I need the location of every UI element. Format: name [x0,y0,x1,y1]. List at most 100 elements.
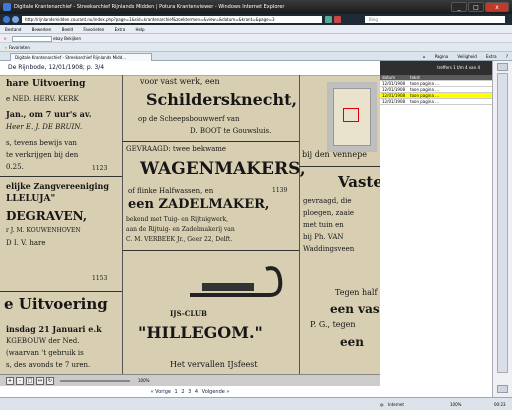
close-button[interactable]: x [485,2,509,12]
newspaper-text: of flinke Halfwassen, en [128,187,214,195]
newspaper-text: D I. V. hare [6,239,46,247]
results-panel: treffers 1 t/m 4 van 4 datum tekst 12/01… [380,61,492,397]
newspaper-text: WAGENMAKERS, [140,159,306,179]
ie-icon [3,3,11,11]
window-title: Digitale Krantenarchief - Streekarchief … [14,4,285,10]
address-bar: http://rijnlandsmidden.courant.nu/index.… [0,14,512,25]
newspaper-text: D. BOOT te Gouwsluis. [190,127,272,135]
back-icon[interactable] [3,16,10,23]
zoom-in-icon[interactable]: + [6,377,14,385]
newspaper-text: aan de Rijtuig- en Zadelmakerij van [126,226,235,233]
row-link[interactable]: toon pagina ... [410,99,439,105]
rotate-icon[interactable]: ↻ [46,377,54,385]
newspaper-text: Tegen half [335,288,378,297]
zoom-out-icon[interactable]: - [16,377,24,385]
next-page-link[interactable]: Volgende » [202,389,230,395]
newspaper-text: hare Uitvoering [6,79,86,89]
menu-item-help[interactable]: Help [135,27,144,32]
newspaper-text: DEGRAVEN, [6,209,88,223]
ebay-icon: e [4,36,7,41]
url-input[interactable]: http://rijnlandsmidden.courant.nu/index.… [22,16,322,23]
fit-page-icon[interactable]: □ [26,377,34,385]
status-bar: ◍ Internet 100% 00:23 [0,397,512,410]
newspaper-text: 1139 [272,187,288,194]
newspaper-text: een ZADELMAKER, [128,197,270,212]
scroll-thumb[interactable] [497,73,508,373]
newspaper-viewer[interactable]: hare Uitvoering e NED. HERV. KERK Jan., … [0,75,380,374]
newspaper-text: elijke Zangvereeniging [6,181,109,191]
newspaper-text: s, des avonds te 7 uren. [6,361,91,369]
newspaper-text: IJS-CLUB [170,309,207,318]
menu-item-favorieten[interactable]: Favorieten [83,27,104,32]
toolbar-label[interactable]: ebay Bekijken [53,36,81,41]
status-zoom[interactable]: 100% [450,398,461,410]
page-link-3[interactable]: 3 [188,389,191,395]
refresh-icon[interactable] [325,16,332,23]
newspaper-text: LLELUJA" [6,194,56,204]
separator-line [123,141,299,142]
help-icon[interactable]: ? [506,54,508,59]
extra-menu[interactable]: Extra [486,54,497,59]
menu-item-bewerken[interactable]: Bewerken [32,27,52,32]
skate-illustration [190,266,283,297]
table-row[interactable]: 12/01/1908 toon pagina ... [380,99,492,105]
veiligheid-menu[interactable]: Veiligheid [457,54,476,59]
page-thumbnail-navigator[interactable] [327,82,377,152]
toolbar: e ebay Bekijken [0,34,512,43]
scroll-up-icon[interactable] [497,63,508,71]
newspaper-text: Jan., om 7 uur's av. [6,109,92,119]
minimize-button[interactable]: _ [451,2,467,12]
column-divider [299,75,300,374]
maximize-button[interactable]: □ [468,2,484,12]
page-link-2[interactable]: 2 [181,389,184,395]
menu-item-extra[interactable]: Extra [115,27,126,32]
separator-line [300,166,380,167]
stop-icon[interactable] [334,16,341,23]
newspaper-text: r J. M. KOUWENHOVEN [6,227,81,234]
previous-page-link[interactable]: « Vorige [151,389,171,395]
zoom-level: 100% [138,378,150,383]
scrollbar[interactable] [492,61,512,397]
favorites-bar: ★ Favorieten [0,43,512,52]
newspaper-text: Waddingsveen [303,245,355,253]
newspaper-text: gevraagd, die [303,197,352,205]
newspaper-text: 1123 [92,165,108,172]
command-bar: ⌂ Pagina Veiligheid Extra ? [415,52,508,61]
newspaper-text: op de Scheepsbouwwerf van [138,115,240,123]
newspaper-text: Vaste [338,173,380,191]
clock: 00:23 [494,402,506,407]
page-link-1[interactable]: 1 [175,389,178,395]
newspaper-text: GEVRAAGD: twee bekwame [126,145,227,153]
newspaper-text: ploegen, zaaie [303,209,355,217]
newspaper-text: "HILLEGOM." [138,323,263,342]
menu-item-bestand[interactable]: Bestand [5,27,21,32]
pagina-menu[interactable]: Pagina [435,54,448,59]
toolbar-search-field[interactable] [11,36,52,42]
page-link-4[interactable]: 4 [195,389,198,395]
scroll-down-icon[interactable] [497,385,508,393]
results-table: datum tekst 12/01/1908 toon pagina ... 1… [380,75,492,105]
newspaper-text: 0.25. [6,163,24,171]
favorites-button[interactable]: Favorieten [9,45,30,50]
search-input[interactable]: Bing [365,16,505,23]
newspaper-text: insdag 21 Januari e.k [6,324,102,334]
tab-bar: Digitale Krantenarchief - Streekarchief … [0,52,512,61]
thumbnail-viewport[interactable] [343,108,359,122]
zoom-slider[interactable] [60,380,130,382]
fit-width-icon[interactable]: ↔ [36,377,44,385]
separator-line [123,250,299,251]
viewer-controls: + - □ ↔ ↻ 100% [0,374,380,386]
tab-krantenarchief[interactable]: Digitale Krantenarchief - Streekarchief … [10,53,152,61]
home-icon[interactable]: ⌂ [423,54,426,59]
window-title-bar: Digitale Krantenarchief - Streekarchief … [0,0,512,14]
menu-bar: Bestand Bewerken Beeld Favorieten Extra … [0,25,512,34]
menu-item-beeld[interactable]: Beeld [62,27,73,32]
pagination: « Vorige 1 2 3 4 Volgende » [0,387,380,397]
newspaper-text: bekend met Tuig- en Rijtuigwerk, [126,216,229,223]
forward-icon[interactable] [12,16,19,23]
document-title: De Rijnbode, 12/01/1908; p. 3/4 [0,61,380,75]
separator-line [0,291,122,292]
results-summary: treffers 1 t/m 4 van 4 [380,61,492,75]
newspaper-text: te verkrijgen bij den [6,151,79,159]
newspaper-text: met tuin en [303,221,344,229]
